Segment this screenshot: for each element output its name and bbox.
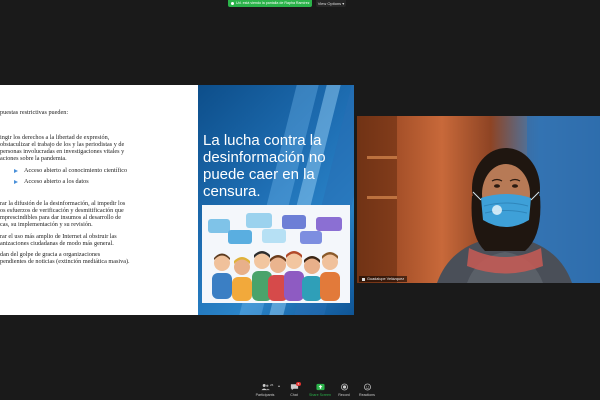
- reactions-button[interactable]: Reactions: [352, 383, 382, 397]
- reactions-icon: [363, 383, 371, 391]
- slide-title: La lucha contra la desinformación no pue…: [203, 132, 326, 200]
- arrow-bullet-icon: [14, 168, 18, 173]
- slide-line: pendientes de noticias (extinción mediát…: [0, 258, 130, 265]
- people-chat-illustration: [202, 205, 350, 303]
- shared-slide: puestas restrictivas pueden: ingir los d…: [0, 85, 354, 315]
- reactions-label: Reactions: [359, 393, 375, 397]
- meeting-toolbar: Participants 26 Chat 5 Share Screen Reco…: [0, 380, 600, 400]
- share-status-text: Ud. está viendo la pantalla de Rapha Ram…: [236, 1, 310, 5]
- view-options-label: View Options: [317, 1, 342, 6]
- chat-label: Chat: [290, 393, 298, 397]
- record-icon: [340, 383, 348, 391]
- slide-text-panel: puestas restrictivas pueden: ingir los d…: [0, 85, 198, 315]
- participants-count: 26: [270, 383, 274, 387]
- slide-bullet: Acceso abierto al conocimiento científic…: [14, 167, 127, 175]
- slide-line: anizaciones ciudadanas de modo más gener…: [0, 240, 114, 247]
- top-banner: Ud. está viendo la pantalla de Rapha Ram…: [0, 0, 600, 8]
- participant-video-tile[interactable]: Guadalupe Velázquez: [357, 116, 600, 283]
- participant-video: [357, 116, 600, 283]
- share-screen-icon: [315, 383, 325, 391]
- participants-label: Participants: [255, 393, 275, 397]
- participant-name-tag: Guadalupe Velázquez: [359, 276, 408, 282]
- share-screen-label: Share Screen: [309, 393, 331, 397]
- slide-bullet: Acceso abierto a los datos: [14, 178, 89, 186]
- screen-share-indicator[interactable]: Ud. está viendo la pantalla de Rapha Ram…: [228, 0, 312, 7]
- arrow-bullet-icon: [14, 179, 18, 184]
- participant-name: Guadalupe Velázquez: [367, 277, 405, 281]
- view-options-button[interactable]: View Options ▾: [316, 0, 346, 7]
- slide-line: aciones sobre la pandemia.: [0, 155, 67, 162]
- participants-icon: [260, 384, 270, 391]
- mic-icon: [362, 277, 365, 281]
- chat-unread-badge: 5: [296, 382, 301, 386]
- slide-title-panel: La lucha contra la desinformación no pue…: [198, 85, 354, 315]
- share-dot-icon: [231, 1, 234, 5]
- slide-heading: puestas restrictivas pueden:: [0, 109, 69, 116]
- record-label: Record: [338, 393, 350, 397]
- participants-button[interactable]: Participants 26: [250, 383, 280, 397]
- slide-line: cas, su implementación y su revisión.: [0, 221, 93, 228]
- people-chat-icon: [208, 213, 342, 301]
